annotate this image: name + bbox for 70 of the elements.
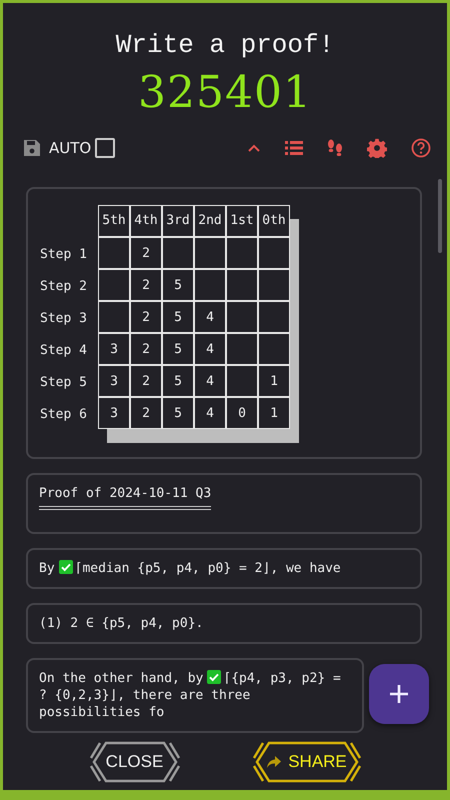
table-cell[interactable] (227, 366, 257, 396)
proof-step[interactable]: (1) 2 ∈ {p5, p4, p0}. (26, 603, 422, 644)
table-cell[interactable] (99, 238, 129, 268)
share-icon (266, 755, 282, 769)
table-cell[interactable]: 2 (131, 366, 161, 396)
auto-checkbox[interactable] (95, 138, 116, 158)
table-cell[interactable]: 5 (163, 366, 193, 396)
table-cell[interactable] (227, 270, 257, 300)
proof-heading: Proof of 2024-10-11 Q3 (39, 485, 212, 510)
table-cell[interactable]: 3 (99, 334, 129, 364)
table-cell[interactable]: 2 (131, 238, 161, 268)
add-button[interactable] (369, 664, 429, 724)
row-label: Step 2 (39, 278, 88, 296)
plus-icon (389, 684, 409, 704)
footprints-icon[interactable] (327, 139, 343, 157)
table-cell[interactable] (227, 302, 257, 332)
row-label: Step 6 (39, 406, 88, 424)
table-cell[interactable] (163, 238, 193, 268)
settings-icon[interactable] (367, 138, 387, 158)
table-cell[interactable] (259, 238, 289, 268)
table-cell[interactable]: 4 (195, 334, 225, 364)
table-cell[interactable]: 1 (259, 398, 289, 428)
column-header: 4th (131, 206, 161, 236)
table-cell[interactable]: 4 (195, 366, 225, 396)
table-cell[interactable] (195, 270, 225, 300)
table-cell[interactable]: 2 (131, 270, 161, 300)
proof-step[interactable]: On the other hand, by ⌈{p4, p3, p2} = ? {0,2,3}⌋, there are three possibilities fo (26, 658, 364, 733)
table-cell[interactable]: 2 (131, 334, 161, 364)
save-icon[interactable] (23, 139, 41, 157)
table-cell[interactable] (99, 270, 129, 300)
row-label: Step 5 (39, 374, 88, 392)
table-cell[interactable]: 5 (163, 270, 193, 300)
scrollbar[interactable] (438, 179, 442, 253)
table-cell[interactable] (259, 334, 289, 364)
proof-text: On the other hand, by ⌈{p4, p3, p2} = ? {0,2,3}⌋, there are three possibilities fo (39, 671, 341, 720)
table-cell[interactable] (227, 334, 257, 364)
table-cell[interactable] (259, 302, 289, 332)
proof-text: By ⌈median {p5, p4, p0} = 2⌋, we have (39, 561, 341, 576)
column-header: 3rd (163, 206, 193, 236)
table-cell[interactable]: 3 (99, 398, 129, 428)
column-header: 5th (99, 206, 129, 236)
row-label: Step 1 (39, 246, 88, 264)
table-cell[interactable] (259, 270, 289, 300)
chevron-up-icon[interactable] (247, 143, 261, 153)
list-icon[interactable] (285, 140, 303, 156)
proof-step[interactable]: Proof of 2024-10-11 Q3 (26, 473, 422, 534)
row-label: Step 3 (39, 310, 88, 328)
table-cell[interactable]: 3 (99, 366, 129, 396)
proof-text: (1) 2 ∈ {p5, p4, p0}. (39, 616, 204, 631)
table-cell[interactable]: 2 (131, 398, 161, 428)
table-cell[interactable]: 5 (163, 334, 193, 364)
help-icon[interactable] (411, 138, 431, 158)
table-cell[interactable]: 2 (131, 302, 161, 332)
column-header: 2nd (195, 206, 225, 236)
row-label: Step 4 (39, 342, 88, 360)
auto-label: AUTO (49, 139, 92, 157)
table-cell[interactable]: 4 (195, 398, 225, 428)
column-header: 0th (259, 206, 289, 236)
proof-step[interactable]: By ⌈median {p5, p4, p0} = 2⌋, we have (26, 548, 422, 589)
table-cell[interactable]: 5 (163, 398, 193, 428)
table-cell[interactable] (99, 302, 129, 332)
puzzle-number: 325401 (138, 66, 312, 120)
column-header: 1st (227, 206, 257, 236)
table-cell[interactable]: 0 (227, 398, 257, 428)
table-cell[interactable]: 5 (163, 302, 193, 332)
table-cell[interactable]: 4 (195, 302, 225, 332)
page-title: Write a proof! (116, 29, 334, 61)
table-cell[interactable]: 1 (259, 366, 289, 396)
table-cell[interactable] (195, 238, 225, 268)
table-cell[interactable] (227, 238, 257, 268)
